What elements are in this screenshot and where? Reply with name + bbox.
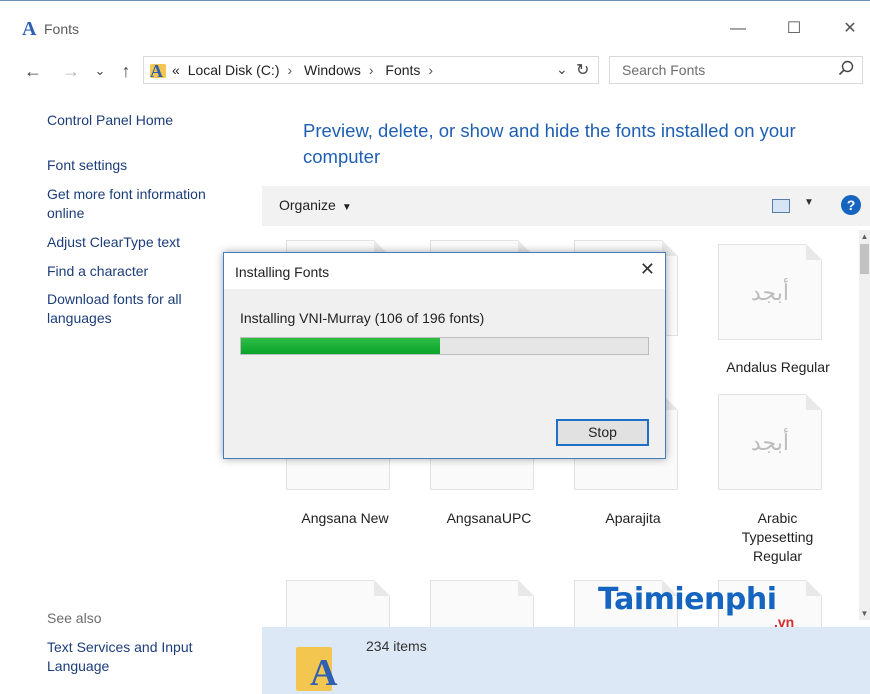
scrollbar-thumb[interactable] xyxy=(860,244,869,274)
overflow-chevron-icon[interactable]: « xyxy=(172,62,180,78)
item-count: 234 items xyxy=(366,638,427,654)
back-arrow-icon[interactable]: ← xyxy=(22,58,44,84)
details-pane: A 234 items xyxy=(262,627,870,694)
search-input[interactable]: Search Fonts xyxy=(609,56,863,84)
breadcrumb-separator-icon[interactable]: › xyxy=(369,62,374,78)
fonts-folder-icon: A xyxy=(22,18,38,40)
find-character-link[interactable]: Find a character xyxy=(47,262,247,281)
scroll-up-icon[interactable]: ▲ xyxy=(859,232,870,241)
toolbar: Organize ▼ ▼ ? xyxy=(262,186,870,226)
font-preview-glyph: أبجد xyxy=(751,431,789,456)
fonts-folder-icon: A xyxy=(150,61,168,81)
install-progress-bar xyxy=(240,337,649,355)
minimize-button[interactable]: — xyxy=(716,13,760,45)
vertical-scrollbar[interactable]: ▲ ▼ xyxy=(859,230,870,620)
search-placeholder: Search Fonts xyxy=(622,62,706,78)
breadcrumb-separator-icon[interactable]: › xyxy=(428,62,433,78)
dialog-title: Installing Fonts xyxy=(235,264,330,280)
breadcrumb: « Local Disk (C:) › Windows › Fonts › xyxy=(172,62,441,78)
search-icon[interactable] xyxy=(838,60,854,81)
forward-arrow-icon[interactable]: → xyxy=(60,58,82,84)
install-progress-fill xyxy=(241,338,441,354)
breadcrumb-local-disk[interactable]: Local Disk (C:) xyxy=(188,62,280,78)
watermark-logo: Taimienphi xyxy=(598,582,777,617)
font-tile-arabic-typesetting[interactable]: أبجد xyxy=(718,394,822,490)
view-options-chevron-icon[interactable]: ▼ xyxy=(804,197,814,208)
font-settings-link[interactable]: Font settings xyxy=(47,156,247,175)
address-dropdown-icon[interactable]: ⌄ xyxy=(556,61,568,78)
window-title: Fonts xyxy=(44,21,80,37)
breadcrumb-separator-icon[interactable]: › xyxy=(287,62,292,78)
font-label: Angsana New xyxy=(301,510,389,526)
title-bar: A Fonts — ☐ ✕ xyxy=(0,0,870,49)
page-heading: Preview, delete, or show and hide the fo… xyxy=(303,120,796,167)
installing-fonts-dialog: Installing Fonts ✕ Installing VNI-Murray… xyxy=(223,252,666,459)
control-panel-home-link[interactable]: Control Panel Home xyxy=(47,111,247,130)
organize-menu-button[interactable]: Organize ▼ xyxy=(279,197,352,213)
help-icon[interactable]: ? xyxy=(841,195,861,215)
address-bar[interactable]: A « Local Disk (C:) › Windows › Fonts › ⌄ ↻ xyxy=(143,56,599,84)
adjust-cleartype-link[interactable]: Adjust ClearType text xyxy=(47,233,247,252)
dialog-title-bar: Installing Fonts ✕ xyxy=(224,253,665,289)
fonts-folder-icon: A xyxy=(296,639,340,693)
install-progress-message: Installing VNI-Murray (106 of 196 fonts) xyxy=(240,310,485,326)
recent-locations-icon[interactable]: ⌄ xyxy=(89,58,111,84)
dialog-close-icon[interactable]: ✕ xyxy=(640,259,655,280)
font-tile-andalus[interactable]: أبجد xyxy=(718,244,822,340)
scroll-down-icon[interactable]: ▼ xyxy=(859,609,870,618)
chevron-down-icon: ▼ xyxy=(341,202,352,213)
change-view-icon[interactable] xyxy=(772,199,790,213)
refresh-icon[interactable]: ↻ xyxy=(576,60,589,80)
more-font-info-link[interactable]: Get more font information online xyxy=(47,185,237,223)
maximize-button[interactable]: ☐ xyxy=(772,13,816,45)
breadcrumb-windows[interactable]: Windows xyxy=(304,62,361,78)
stop-button[interactable]: Stop xyxy=(556,419,649,446)
organize-label: Organize xyxy=(279,197,336,213)
up-arrow-icon[interactable]: ↑ xyxy=(115,58,137,84)
text-services-link[interactable]: Text Services and Input Language xyxy=(47,638,217,676)
font-label: Andalus Regular xyxy=(726,359,830,375)
font-label: AngsanaUPC xyxy=(446,510,532,526)
font-label: Arabic Typesetting Regular xyxy=(741,510,814,564)
font-label: Aparajita xyxy=(605,510,661,526)
breadcrumb-fonts[interactable]: Fonts xyxy=(385,62,420,78)
download-fonts-link[interactable]: Download fonts for all languages xyxy=(47,290,212,328)
font-preview-glyph: أبجد xyxy=(751,281,789,306)
see-also-title: See also xyxy=(47,610,102,626)
close-button[interactable]: ✕ xyxy=(828,13,870,45)
